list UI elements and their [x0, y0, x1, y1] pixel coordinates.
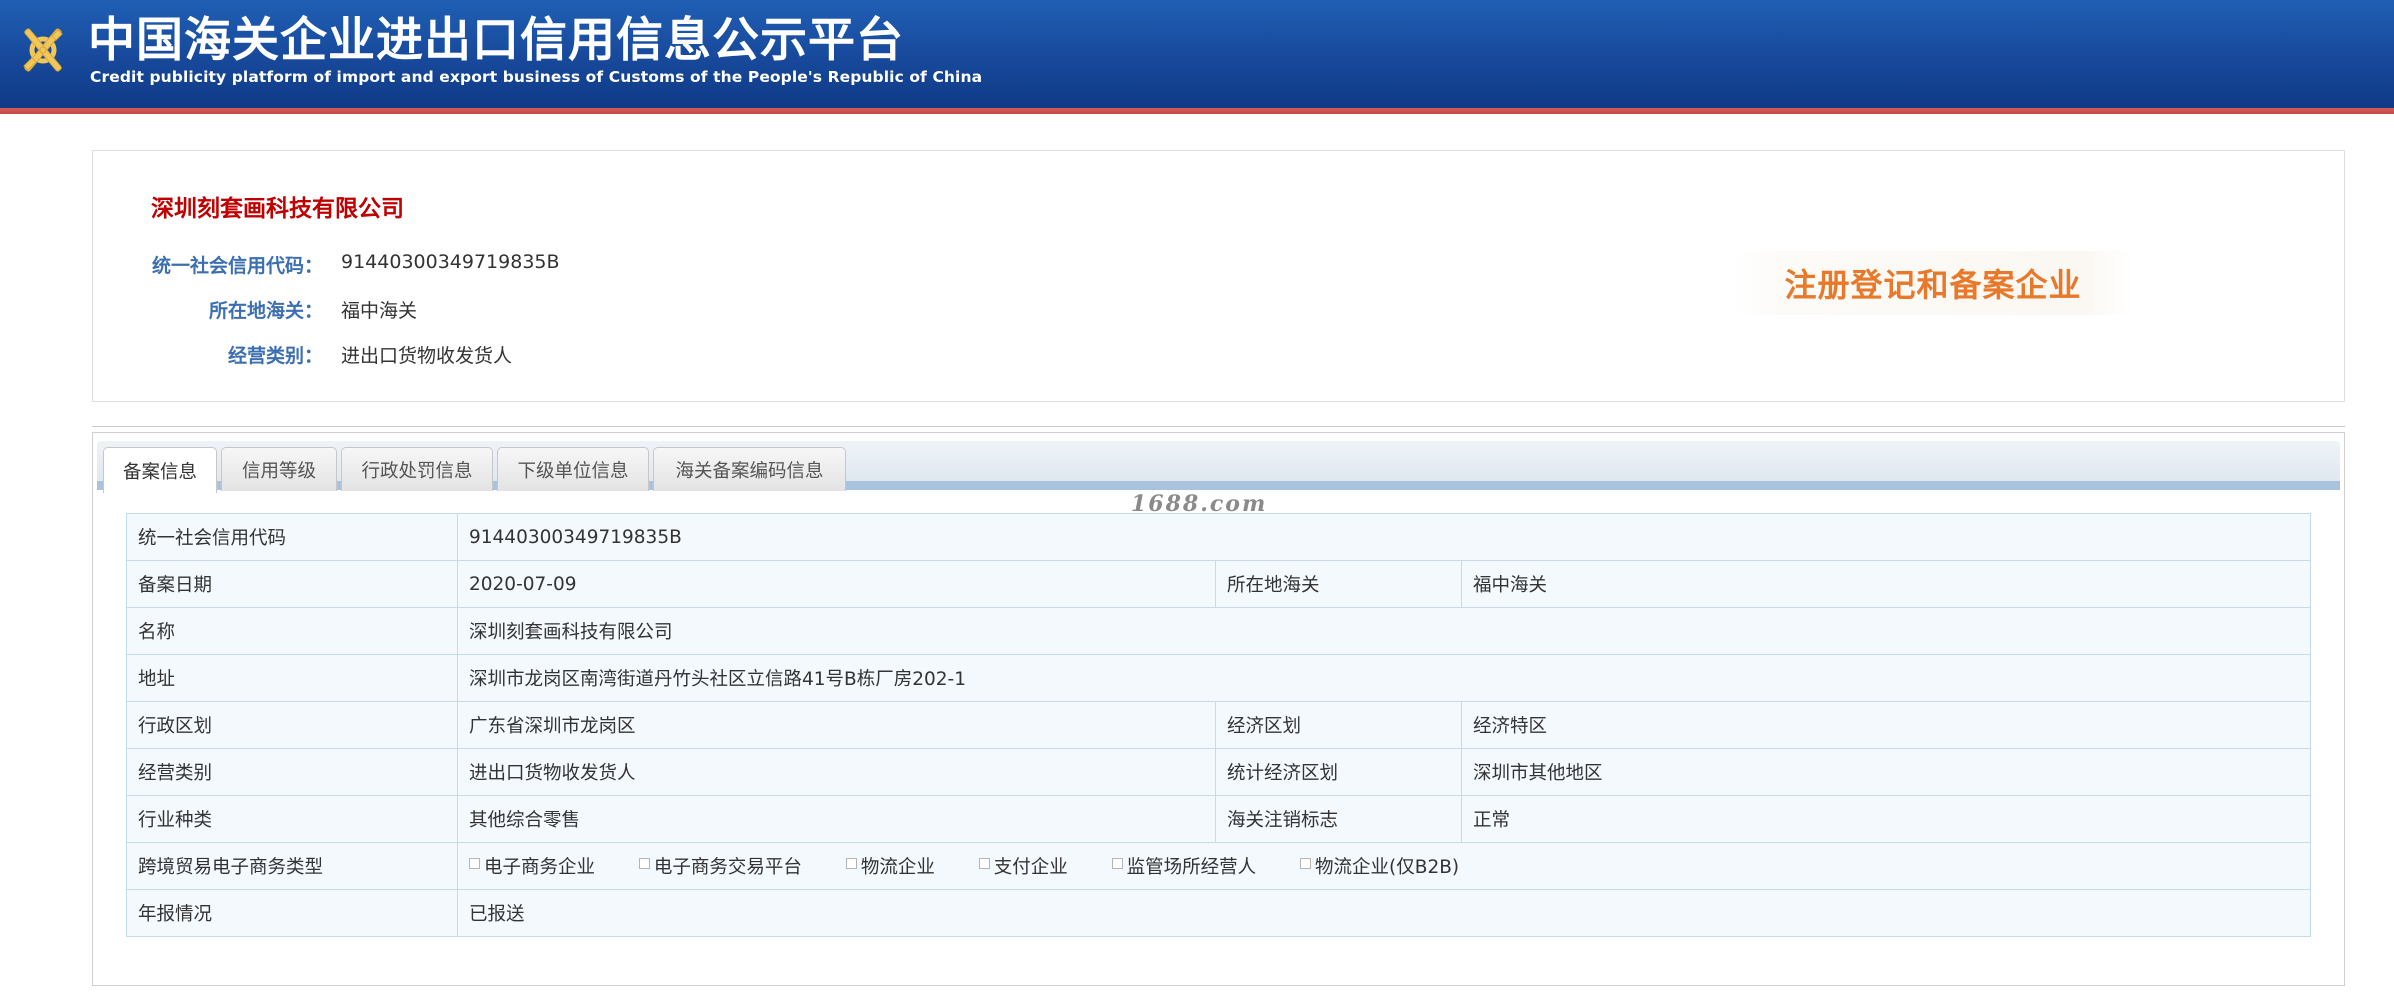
name-label: 名称	[126, 607, 458, 655]
credit-code-value: 91440300349719835B	[456, 513, 2312, 561]
checkbox[interactable]	[1111, 858, 1123, 869]
table-row: 地址 深圳市龙岗区南湾街道丹竹头社区立信路41号B栋厂房202-1	[126, 654, 2312, 702]
credit-code-label: 统一社会信用代码	[126, 513, 458, 561]
industry-label: 行业种类	[126, 795, 458, 843]
tab-record-info[interactable]: 备案信息	[103, 447, 217, 493]
ecommerce-option[interactable]: 电子商务交易平台	[638, 853, 802, 879]
admin-region-label: 行政区划	[126, 701, 458, 749]
stat-region-label: 统计经济区划	[1215, 748, 1462, 796]
table-row: 行业种类 其他综合零售 海关注销标志 正常	[126, 795, 2312, 843]
table-row: 备案日期 2020-07-09 所在地海关 福中海关	[126, 560, 2312, 608]
address-value: 深圳市龙岗区南湾街道丹竹头社区立信路41号B栋厂房202-1	[456, 654, 2312, 702]
section-divider	[92, 426, 2345, 427]
summary-customs-value: 福中海关	[341, 300, 418, 322]
checkbox[interactable]	[1300, 858, 1312, 869]
ecommerce-option[interactable]: 支付企业	[978, 853, 1068, 879]
customs-value: 福中海关	[1460, 560, 2312, 608]
ecommerce-type-options: 电子商务企业 电子商务交易平台 物流企业 支付企业 监管场所经营人 物流企业(仅…	[456, 842, 2312, 890]
ecommerce-option-label: 监管场所经营人	[1126, 857, 1257, 878]
table-row: 经营类别 进出口货物收发货人 统计经济区划 深圳市其他地区	[126, 748, 2312, 796]
record-date-value: 2020-07-09	[457, 560, 1216, 608]
table-row: 行政区划 广东省深圳市龙岗区 经济区划 经济特区	[126, 701, 2312, 749]
checkbox[interactable]	[638, 858, 650, 869]
registration-stamp: 注册登记和备案企业	[1733, 251, 2133, 315]
customs-label: 所在地海关	[1215, 560, 1462, 608]
detail-panel: 备案信息 信用等级 行政处罚信息 下级单位信息 海关备案编码信息 1688.co…	[92, 432, 2345, 986]
admin-region-value: 广东省深圳市龙岗区	[457, 701, 1216, 749]
tab-subordinate-units[interactable]: 下级单位信息	[497, 447, 649, 491]
ecommerce-option[interactable]: 监管场所经营人	[1111, 853, 1257, 879]
summary-credit-code-label: 统一社会信用代码：	[151, 255, 323, 277]
annual-report-value: 已报送	[456, 889, 2312, 937]
ecommerce-type-label: 跨境贸易电子商务类型	[126, 842, 458, 890]
category-value: 进出口货物收发货人	[457, 748, 1216, 796]
summary-category-value: 进出口货物收发货人	[341, 345, 513, 367]
record-info-table: 统一社会信用代码 91440300349719835B 备案日期 2020-07…	[126, 513, 2312, 937]
checkbox[interactable]	[845, 858, 857, 869]
table-row: 统一社会信用代码 91440300349719835B	[126, 513, 2312, 561]
customs-emblem-icon[interactable]	[14, 20, 72, 84]
ecommerce-option-label: 支付企业	[993, 857, 1068, 878]
ecommerce-option-label: 物流企业(仅B2B)	[1315, 857, 1460, 878]
site-title: 中国海关企业进出口信用信息公示平台	[88, 13, 904, 68]
category-label: 经营类别	[126, 748, 458, 796]
econ-region-value: 经济特区	[1460, 701, 2312, 749]
site-subtitle: Credit publicity platform of import and …	[90, 68, 983, 86]
annual-report-label: 年报情况	[126, 889, 458, 937]
company-name: 深圳刻套画科技有限公司	[151, 196, 404, 222]
checkbox[interactable]	[469, 858, 480, 869]
ecommerce-option[interactable]: 物流企业(仅B2B)	[1300, 853, 1459, 879]
ecommerce-option-label: 电子商务企业	[484, 857, 596, 878]
registration-stamp-text: 注册登记和备案企业	[1784, 266, 2082, 304]
ecommerce-option-label: 电子商务交易平台	[653, 857, 802, 878]
tab-credit-level[interactable]: 信用等级	[221, 447, 337, 491]
address-label: 地址	[126, 654, 458, 702]
summary-credit-code-value: 91440300349719835B	[341, 251, 560, 273]
stat-region-value: 深圳市其他地区	[1460, 748, 2312, 796]
tab-customs-code-info[interactable]: 海关备案编码信息	[653, 447, 846, 491]
table-row: 名称 深圳刻套画科技有限公司	[126, 607, 2312, 655]
table-row: 跨境贸易电子商务类型 电子商务企业 电子商务交易平台 物流企业 支付企业 监管场…	[126, 842, 2312, 890]
ecommerce-option-label: 物流企业	[860, 857, 935, 878]
ecommerce-option[interactable]: 电子商务企业	[469, 853, 595, 879]
tab-admin-penalty[interactable]: 行政处罚信息	[341, 447, 493, 491]
header-accent-line	[0, 108, 2394, 114]
name-value: 深圳刻套画科技有限公司	[456, 607, 2312, 655]
summary-category-label: 经营类别：	[227, 345, 323, 367]
cancel-flag-label: 海关注销标志	[1215, 795, 1462, 843]
company-summary-card: 深圳刻套画科技有限公司 统一社会信用代码： 91440300349719835B…	[92, 150, 2345, 402]
cancel-flag-value: 正常	[1460, 795, 2312, 843]
industry-value: 其他综合零售	[457, 795, 1216, 843]
summary-customs-label: 所在地海关：	[208, 300, 323, 322]
econ-region-label: 经济区划	[1215, 701, 1462, 749]
site-header: 中国海关企业进出口信用信息公示平台 Credit publicity platf…	[0, 0, 2394, 110]
record-date-label: 备案日期	[126, 560, 458, 608]
ecommerce-option[interactable]: 物流企业	[845, 853, 935, 879]
table-row: 年报情况 已报送	[126, 889, 2312, 937]
checkbox[interactable]	[978, 858, 990, 869]
